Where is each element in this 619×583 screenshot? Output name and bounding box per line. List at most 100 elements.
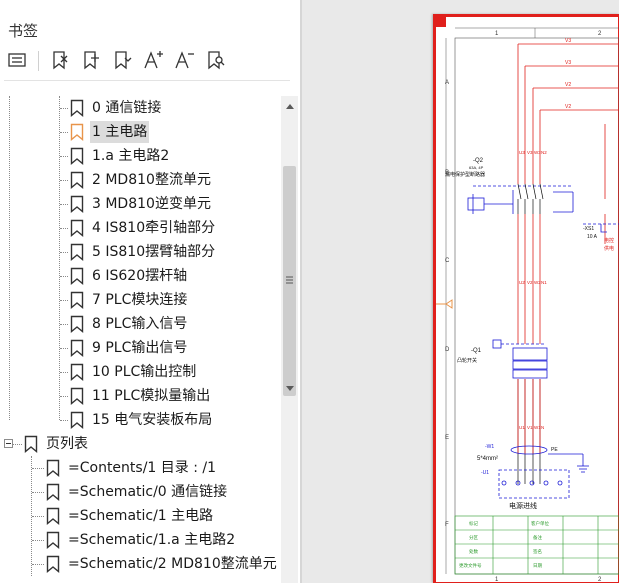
title-block-cell: 处数	[469, 548, 478, 555]
bookmark-item[interactable]: 7 PLC模块连接	[0, 288, 280, 312]
tree-connector-line	[32, 516, 44, 517]
increase-text-size-icon[interactable]	[140, 46, 166, 74]
bookmark-label: 2 MD810整流单元	[92, 172, 211, 188]
scroll-grip-icon	[286, 276, 293, 284]
q1-ref: -Q1	[471, 348, 482, 354]
tree-connector-line	[32, 468, 44, 469]
scroll-up-arrow-icon[interactable]	[281, 98, 298, 114]
bookmark-tree: 0 通信链接 1 主电路 1.a 主电路2 2 MD810整流单元 3 MD810逆变单…	[0, 96, 280, 583]
column-number: 2	[598, 31, 602, 37]
bookmark-label: 0 通信链接	[92, 100, 162, 116]
bookmark-item[interactable]: 6 IS620摆杆轴	[0, 264, 280, 288]
bookmark-label: 5 IS810摆臂轴部分	[92, 244, 216, 260]
bookmark-item[interactable]: 3 MD810逆变单元	[0, 192, 280, 216]
bookmark-label: 1 主电路	[90, 121, 150, 143]
xs1-ref: -XS1	[583, 226, 594, 232]
bookmark-item[interactable]: =Schematic/1.a 主电路2	[0, 528, 280, 552]
bookmark-icon	[24, 435, 38, 453]
bookmark-label: =Contents/1 目录 : /1	[68, 460, 217, 476]
bookmarks-panel: 书签 0 通信链接 1 主电路 1.a 主电路2 2 MD810整流单元 3 MD810…	[0, 0, 300, 583]
tree-connector-line	[32, 564, 44, 565]
schematic-page[interactable]: 1 2 1 2 A B C D E F V3 V3 V2 V2 U3 V3 W3 N2…	[433, 14, 619, 583]
bookmark-icon	[70, 195, 84, 213]
bookmark-item[interactable]: 10 PLC输出控制	[0, 360, 280, 384]
tree-connector-line	[60, 108, 68, 109]
tree-connector-line	[60, 324, 68, 325]
svg-text:V1: V1	[527, 425, 533, 430]
find-bookmark-icon[interactable]	[202, 46, 228, 74]
bookmark-label: 4 IS810牵引轴部分	[92, 220, 216, 236]
tree-connector-line	[60, 156, 68, 157]
bookmark-label: 7 PLC模块连接	[92, 292, 188, 308]
bookmark-icon	[70, 387, 84, 405]
bookmark-item[interactable]: 11 PLC模拟量输出	[0, 384, 280, 408]
bookmark-label: 15 电气安装板布局	[92, 412, 213, 428]
add-child-bookmark-icon[interactable]	[109, 46, 135, 74]
tree-connector-line	[60, 228, 68, 229]
pe-label: PE	[551, 447, 558, 453]
bookmark-item[interactable]: 5 IS810摆臂轴部分	[0, 240, 280, 264]
bookmark-icon	[46, 483, 60, 501]
bookmark-item[interactable]: 8 PLC输入信号	[0, 312, 280, 336]
tree-connector-line	[32, 540, 44, 541]
bookmark-item[interactable]: 2 MD810整流单元	[0, 168, 280, 192]
bookmark-item[interactable]: 1.a 主电路2	[0, 144, 280, 168]
bookmark-icon	[70, 411, 84, 429]
svg-text:V3: V3	[527, 150, 533, 155]
bookmark-item[interactable]: =Schematic/2 MD810整流单元	[0, 552, 280, 576]
bookmark-item[interactable]: =Contents/1 目录 : /1	[0, 456, 280, 480]
bookmark-item[interactable]: =Schematic/0 通信链接	[0, 480, 280, 504]
bookmark-icon	[70, 267, 84, 285]
wire-label: V3	[565, 38, 571, 44]
column-number: 1	[495, 31, 499, 37]
bookmark-label: =Schematic/1.a 主电路2	[68, 532, 236, 548]
bookmark-item[interactable]: 9 PLC输出信号	[0, 336, 280, 360]
decrease-text-size-icon[interactable]	[171, 46, 197, 74]
u1-ref: -U1	[481, 470, 489, 476]
bookmark-icon	[70, 123, 84, 141]
xs1-rating: 10 A	[587, 234, 598, 240]
bookmark-label: =Schematic/1 主电路	[68, 508, 214, 524]
collapse-toggle-icon[interactable]	[4, 439, 13, 448]
bookmark-label: =Schematic/0 通信链接	[68, 484, 228, 500]
title-block-cell: 标记	[469, 520, 478, 527]
bookmark-icon	[46, 555, 60, 573]
bookmark-item[interactable]: 0 通信链接	[0, 96, 280, 120]
wire-label: V2	[565, 82, 571, 88]
delete-bookmark-icon[interactable]	[47, 46, 73, 74]
q2-ref: -Q2	[473, 158, 484, 164]
bookmark-icon	[70, 315, 84, 333]
panel-title: 书签	[8, 22, 39, 40]
bookmark-label: 6 IS620摆杆轴	[92, 268, 188, 284]
tree-connector-line	[60, 276, 68, 277]
svg-text:N: N	[541, 425, 544, 430]
q1-name: 凸轮开关	[457, 357, 477, 364]
row-letter: E	[445, 435, 449, 441]
bookmark-item[interactable]: 15 电气安装板布局	[0, 408, 280, 432]
row-letter: D	[445, 347, 450, 353]
bookmark-icon	[70, 219, 84, 237]
bookmark-item[interactable]: 1 主电路	[0, 120, 280, 144]
bookmark-toolbar	[0, 46, 292, 76]
xs1-text1: 电控	[604, 237, 614, 244]
bookmark-icon	[46, 459, 60, 477]
toolbar-separator	[38, 51, 39, 71]
tree-connector-line	[32, 492, 44, 493]
options-menu-icon[interactable]	[4, 46, 30, 74]
add-bookmark-icon[interactable]	[78, 46, 104, 74]
tree-connector-line	[60, 300, 68, 301]
tree-connector-line	[60, 372, 68, 373]
bookmark-icon	[70, 363, 84, 381]
bookmark-label: 3 MD810逆变单元	[92, 196, 211, 212]
title-block-cell: 签名	[533, 548, 542, 555]
scroll-down-arrow-icon[interactable]	[281, 380, 298, 396]
bookmark-icon	[70, 243, 84, 261]
bookmark-item[interactable]: =Schematic/1 主电路	[0, 504, 280, 528]
bookmark-label: 10 PLC输出控制	[92, 364, 197, 380]
title-block-cell: 更改文件号	[459, 562, 482, 569]
bookmark-group[interactable]: 页列表	[0, 432, 280, 456]
row-letter: C	[445, 258, 450, 264]
bookmark-item[interactable]: 4 IS810牵引轴部分	[0, 216, 280, 240]
tree-connector-line	[60, 420, 68, 421]
row-letter: A	[445, 80, 449, 86]
